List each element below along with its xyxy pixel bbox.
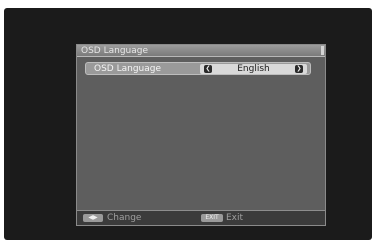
footer-help-bar: ◀▶ Change EXIT Exit: [77, 210, 325, 225]
chevron-right-icon[interactable]: ❯: [295, 65, 303, 73]
language-selector[interactable]: ❮ English ❯: [200, 64, 307, 74]
menu-item-osd-language[interactable]: OSD Language ❮ English ❯: [85, 62, 311, 75]
title-bar: OSD Language: [77, 45, 325, 57]
tv-screen: OSD Language OSD Language ❮ English ❯ ◀▶…: [4, 8, 372, 240]
exit-hint: Exit: [226, 213, 244, 223]
menu-item-label: OSD Language: [94, 64, 162, 74]
language-value: English: [237, 64, 270, 74]
exit-key-icon: EXIT: [201, 214, 223, 222]
change-hint: Change: [107, 213, 142, 223]
left-right-key-icon: ◀▶: [83, 214, 103, 222]
chevron-left-icon[interactable]: ❮: [204, 65, 212, 73]
osd-language-menu: OSD Language OSD Language ❮ English ❯ ◀▶…: [76, 44, 326, 226]
menu-title: OSD Language: [81, 46, 149, 56]
